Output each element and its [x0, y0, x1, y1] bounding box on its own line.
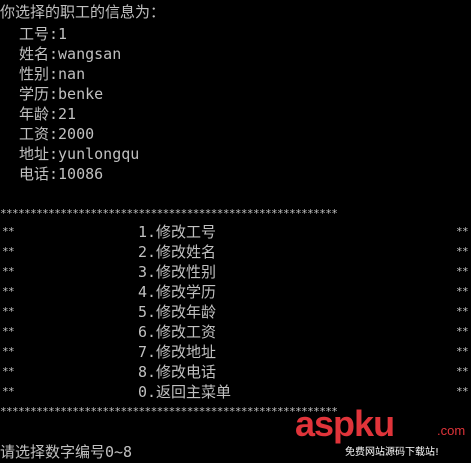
employee-gender-line: 性别:nan — [19, 65, 86, 83]
menu-edge-left: ** — [2, 265, 15, 278]
menu-row: ** 8.修改电话 ** — [0, 362, 471, 382]
employee-name-line: 姓名:wangsan — [19, 45, 122, 63]
menu-edge-left: ** — [2, 305, 15, 318]
watermark-tld: .com — [437, 423, 466, 438]
menu-item-return-main-menu: 0.返回主菜单 — [138, 383, 232, 401]
menu-edge-right: ** — [455, 285, 469, 298]
menu-item-edit-name: 2.修改姓名 — [138, 243, 217, 261]
menu-edge-left: ** — [2, 245, 15, 258]
menu-top-border: ****************************************… — [0, 207, 338, 220]
console-window: 你选择的职工的信息为： 工号:1 姓名:wangsan 性别:nan 学历:be… — [0, 0, 471, 463]
info-title: 你选择的职工的信息为： — [0, 3, 166, 21]
menu-item-edit-gender: 3.修改性别 — [138, 263, 217, 281]
menu-item-edit-salary: 6.修改工资 — [138, 323, 217, 341]
menu-row: ** 5.修改年龄 ** — [0, 302, 471, 322]
menu-row: ** 2.修改姓名 ** — [0, 242, 471, 262]
watermark-subtitle: 免费网站源码下载站! — [345, 447, 440, 458]
menu-edge-right: ** — [455, 225, 469, 238]
menu-edge-left: ** — [2, 225, 15, 238]
menu-item-edit-id: 1.修改工号 — [138, 223, 217, 241]
menu-item-edit-phone: 8.修改电话 — [138, 363, 217, 381]
menu-edge-left: ** — [2, 385, 15, 398]
menu-item-edit-education: 4.修改学历 — [138, 283, 217, 301]
employee-phone-line: 电话:10086 — [19, 165, 104, 183]
menu-edge-left: ** — [2, 285, 15, 298]
menu-edge-right: ** — [455, 305, 469, 318]
menu-edge-right: ** — [455, 265, 469, 278]
input-prompt: 请选择数字编号0~8 — [0, 443, 133, 461]
employee-age-line: 年龄:21 — [19, 105, 77, 123]
menu-edge-right: ** — [455, 245, 469, 258]
employee-education-line: 学历:benke — [19, 85, 104, 103]
menu-row: ** 4.修改学历 ** — [0, 282, 471, 302]
menu-edge-right: ** — [455, 365, 469, 378]
watermark-brand-asp: asp — [295, 403, 355, 444]
menu-item-edit-age: 5.修改年龄 — [138, 303, 217, 321]
employee-address-line: 地址:yunlongqu — [19, 145, 140, 163]
menu-edge-right: ** — [455, 325, 469, 338]
menu-edge-right: ** — [455, 345, 469, 358]
menu-edge-left: ** — [2, 345, 15, 358]
menu-row: ** 3.修改性别 ** — [0, 262, 471, 282]
menu-item-edit-address: 7.修改地址 — [138, 343, 217, 361]
menu-edge-right: ** — [455, 385, 469, 398]
watermark-logo: aspku — [295, 403, 395, 444]
menu-row: ** 7.修改地址 ** — [0, 342, 471, 362]
aspku-watermark: aspku .com 免费网站源码下载站! — [295, 403, 466, 459]
menu-edge-left: ** — [2, 325, 15, 338]
employee-id-line: 工号:1 — [19, 25, 68, 43]
employee-salary-line: 工资:2000 — [19, 125, 95, 143]
menu-row: ** 0.返回主菜单 ** — [0, 382, 471, 402]
watermark-brand-ku: ku — [354, 403, 395, 444]
menu-edge-left: ** — [2, 365, 15, 378]
menu-row: ** 1.修改工号 ** — [0, 222, 471, 242]
menu-row: ** 6.修改工资 ** — [0, 322, 471, 342]
